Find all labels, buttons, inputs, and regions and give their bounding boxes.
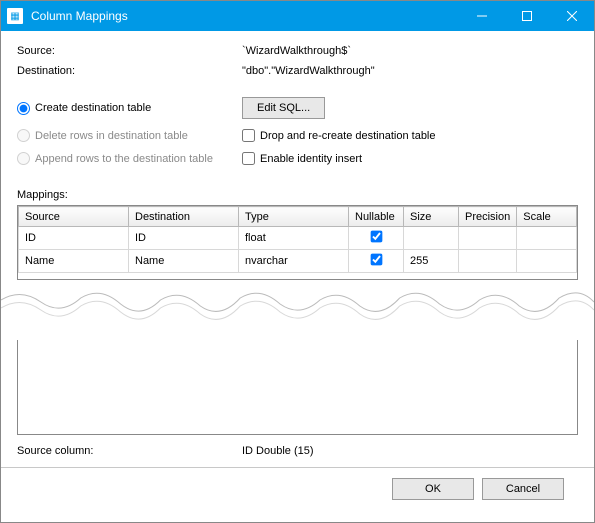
window-title: Column Mappings	[31, 9, 459, 23]
cell-size[interactable]	[404, 227, 459, 250]
mappings-label: Mappings:	[17, 189, 578, 201]
titlebar: ▦ Column Mappings	[1, 1, 594, 31]
destination-value: "dbo"."WizardWalkthrough"	[242, 65, 578, 77]
cell-destination[interactable]: ID	[129, 227, 239, 250]
cell-type[interactable]: float	[239, 227, 349, 250]
table-row[interactable]: IDIDfloat	[19, 227, 577, 250]
col-scale[interactable]: Scale	[517, 207, 577, 227]
mappings-grid[interactable]: Source Destination Type Nullable Size Pr…	[17, 205, 578, 280]
cell-destination[interactable]: Name	[129, 250, 239, 273]
identity-insert-checkbox-input[interactable]	[242, 152, 255, 165]
cell-size[interactable]: 255	[404, 250, 459, 273]
source-value: `WizardWalkthrough$`	[242, 45, 578, 57]
content-area: Source: `WizardWalkthrough$` Destination…	[1, 31, 594, 522]
append-rows-radio: Append rows to the destination table	[17, 152, 242, 165]
col-size[interactable]: Size	[404, 207, 459, 227]
cell-type[interactable]: nvarchar	[239, 250, 349, 273]
cancel-button[interactable]: Cancel	[482, 478, 564, 500]
source-label: Source:	[17, 45, 242, 57]
col-destination[interactable]: Destination	[129, 207, 239, 227]
col-type[interactable]: Type	[239, 207, 349, 227]
drop-recreate-checkbox[interactable]: Drop and re-create destination table	[242, 129, 436, 142]
dialog-window: ▦ Column Mappings Source: `WizardWalkthr…	[0, 0, 595, 523]
append-rows-radio-input	[17, 152, 30, 165]
nullable-checkbox[interactable]	[370, 254, 382, 266]
create-table-radio-input[interactable]	[17, 102, 30, 115]
cell-precision[interactable]	[459, 250, 517, 273]
create-table-radio[interactable]: Create destination table	[17, 102, 242, 115]
col-source[interactable]: Source	[19, 207, 129, 227]
source-column-label: Source column:	[17, 445, 242, 457]
maximize-button[interactable]	[504, 1, 549, 31]
drop-recreate-checkbox-input[interactable]	[242, 129, 255, 142]
nullable-checkbox[interactable]	[370, 231, 382, 243]
identity-insert-checkbox[interactable]: Enable identity insert	[242, 152, 362, 165]
col-precision[interactable]: Precision	[459, 207, 517, 227]
cell-source[interactable]: ID	[19, 227, 129, 250]
cell-scale[interactable]	[517, 250, 577, 273]
col-nullable[interactable]: Nullable	[349, 207, 404, 227]
app-icon: ▦	[7, 8, 23, 24]
delete-rows-radio: Delete rows in destination table	[17, 129, 242, 142]
cell-scale[interactable]	[517, 227, 577, 250]
cell-precision[interactable]	[459, 227, 517, 250]
cell-source[interactable]: Name	[19, 250, 129, 273]
torn-edge-decoration	[1, 280, 594, 340]
delete-rows-radio-input	[17, 129, 30, 142]
close-button[interactable]	[549, 1, 594, 31]
lower-panel	[17, 334, 578, 435]
destination-label: Destination:	[17, 65, 242, 77]
cell-nullable[interactable]	[349, 227, 404, 250]
source-column-value: ID Double (15)	[242, 445, 314, 457]
edit-sql-button[interactable]: Edit SQL...	[242, 97, 325, 119]
cell-nullable[interactable]	[349, 250, 404, 273]
minimize-button[interactable]	[459, 1, 504, 31]
table-row[interactable]: NameNamenvarchar255	[19, 250, 577, 273]
ok-button[interactable]: OK	[392, 478, 474, 500]
